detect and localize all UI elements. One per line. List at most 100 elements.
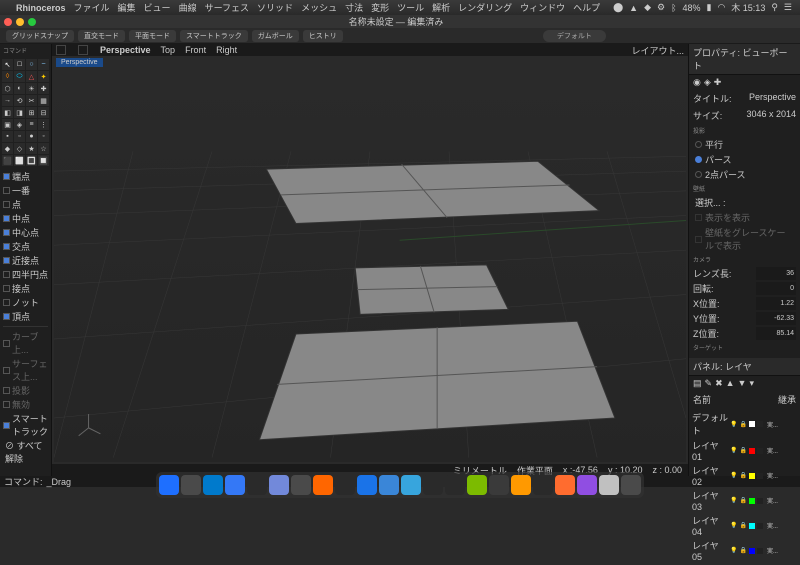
tool-button[interactable]: ⬛ — [2, 155, 13, 166]
tool-button[interactable]: ○ — [26, 59, 37, 70]
dock-app-icon[interactable] — [269, 475, 289, 495]
tool-button[interactable]: ≡ — [26, 119, 37, 130]
spotlight-icon[interactable]: ⚲ — [771, 2, 778, 13]
lock-icon[interactable]: 🔒 — [739, 547, 746, 554]
proj-perspective-radio[interactable] — [695, 156, 702, 163]
grid-snap-toggle[interactable]: グリッドスナップ — [6, 30, 74, 42]
dock-app-icon[interactable] — [203, 475, 223, 495]
layer-mat-swatch[interactable] — [757, 448, 763, 454]
layer-row[interactable]: デフォルト💡🔒実... — [692, 410, 797, 438]
bulb-icon[interactable]: 💡 — [730, 447, 737, 454]
surface-back[interactable] — [266, 161, 599, 223]
bulb-icon[interactable]: 💡 — [730, 522, 737, 529]
menu-tools[interactable]: ツール — [397, 1, 424, 14]
gumball-toggle[interactable]: ガムボール — [252, 30, 299, 42]
camz-input[interactable] — [756, 327, 796, 340]
tray-icon[interactable]: ⬤ — [613, 2, 623, 13]
menu-surface[interactable]: サーフェス — [205, 1, 249, 14]
tool-button[interactable]: ✂ — [26, 95, 37, 106]
layer-color-swatch[interactable] — [749, 548, 755, 554]
menu-view[interactable]: ビュー — [144, 1, 171, 14]
dock-app-icon[interactable] — [291, 475, 311, 495]
osnap-option[interactable]: 頂点 — [3, 310, 48, 323]
osnap-option[interactable]: 端点 — [3, 170, 48, 183]
tool-button[interactable]: ◊ — [2, 71, 13, 82]
layer-tool-icon[interactable]: ▲ — [726, 378, 735, 389]
dock-app-icon[interactable] — [489, 475, 509, 495]
bulb-icon[interactable]: 💡 — [730, 472, 737, 479]
tool-button[interactable]: ⋮ — [38, 119, 49, 130]
menu-render[interactable]: レンダリング — [458, 1, 512, 14]
clock[interactable]: 木 15:13 — [731, 1, 765, 14]
planar-toggle[interactable]: 平面モード — [129, 30, 176, 42]
tool-button[interactable]: ✦ — [38, 71, 49, 82]
tray-icon[interactable]: ▲ — [629, 3, 638, 13]
layer-color-swatch[interactable] — [749, 448, 755, 454]
props-tab-icon[interactable]: ◉ — [693, 77, 701, 88]
tool-button[interactable]: ★ — [26, 143, 37, 154]
close-button[interactable] — [4, 18, 12, 26]
show-check[interactable] — [695, 214, 702, 221]
lock-icon[interactable]: 🔒 — [739, 522, 746, 529]
menu-mesh[interactable]: メッシュ — [301, 1, 337, 14]
dock-app-icon[interactable] — [335, 475, 355, 495]
osnap-option[interactable]: 無効 — [3, 398, 48, 411]
dock-app-icon[interactable] — [159, 475, 179, 495]
lock-icon[interactable]: 🔒 — [739, 472, 746, 479]
bluetooth-icon[interactable]: ᛒ — [671, 3, 676, 13]
wallpaper-select[interactable]: 選択... : — [695, 198, 726, 208]
menu-solid[interactable]: ソリッド — [257, 1, 293, 14]
tool-button[interactable]: ⬭ — [14, 71, 25, 82]
layer-color-swatch[interactable] — [749, 473, 755, 479]
dock-app-icon[interactable] — [379, 475, 399, 495]
tool-button[interactable]: ◨ — [14, 107, 25, 118]
osnap-option[interactable]: 一番 — [3, 184, 48, 197]
dock-app-icon[interactable] — [511, 475, 531, 495]
osnap-option[interactable]: 投影 — [3, 384, 48, 397]
dock-app-icon[interactable] — [247, 475, 267, 495]
osnap-option[interactable]: ノット — [3, 296, 48, 309]
lens-input[interactable] — [756, 267, 796, 280]
layer-tool-icon[interactable]: ✖ — [715, 378, 723, 389]
tool-button[interactable]: ☆ — [38, 143, 49, 154]
tool-button[interactable]: ▣ — [2, 119, 13, 130]
four-view-icon[interactable] — [78, 45, 88, 55]
osnap-option[interactable]: 四半円点 — [3, 268, 48, 281]
dock-app-icon[interactable] — [577, 475, 597, 495]
osnap-option[interactable]: 点 — [3, 198, 48, 211]
layer-mat-swatch[interactable] — [757, 523, 763, 529]
menu-xform[interactable]: 変形 — [371, 1, 389, 14]
props-tab-icon[interactable]: ✚ — [714, 77, 722, 88]
tray-icon[interactable]: ⚙ — [657, 2, 665, 13]
layer-mat-swatch[interactable] — [757, 473, 763, 479]
dock-app-icon[interactable] — [533, 475, 553, 495]
tool-button[interactable]: ⊞ — [26, 107, 37, 118]
layer-mat-swatch[interactable] — [757, 548, 763, 554]
dock-app-icon[interactable] — [467, 475, 487, 495]
tab-right[interactable]: Right — [216, 45, 237, 55]
tool-button[interactable]: □ — [14, 59, 25, 70]
tool-button[interactable]: ⊟ — [38, 107, 49, 118]
layout-label[interactable]: レイアウト... — [631, 44, 684, 57]
layer-color-swatch[interactable] — [749, 421, 755, 427]
menu-window[interactable]: ウィンドウ — [520, 1, 565, 14]
command-value[interactable]: _Drag — [47, 477, 72, 487]
tab-front[interactable]: Front — [185, 45, 206, 55]
layer-tool-icon[interactable]: ▾ — [749, 378, 754, 389]
layer-mat-swatch[interactable] — [757, 498, 763, 504]
lock-icon[interactable]: 🔒 — [739, 497, 746, 504]
wifi-icon[interactable]: ◠ — [717, 2, 725, 13]
dock-app-icon[interactable] — [313, 475, 333, 495]
tool-button[interactable]: ◧ — [2, 107, 13, 118]
menu-file[interactable]: ファイル — [74, 1, 110, 14]
layer-mat-swatch[interactable] — [757, 421, 763, 427]
lock-icon[interactable]: 🔒 — [739, 421, 746, 428]
tool-button[interactable]: ◦ — [38, 131, 49, 142]
tool-button[interactable]: ◐ — [14, 83, 25, 94]
layer-tool-icon[interactable]: ▼ — [738, 378, 747, 389]
osnap-option[interactable]: 交点 — [3, 240, 48, 253]
battery-icon[interactable]: ▮ — [706, 2, 711, 13]
tool-button[interactable]: 🔳 — [26, 155, 37, 166]
dock-app-icon[interactable] — [181, 475, 201, 495]
props-tab-icon[interactable]: ◈ — [704, 77, 711, 88]
